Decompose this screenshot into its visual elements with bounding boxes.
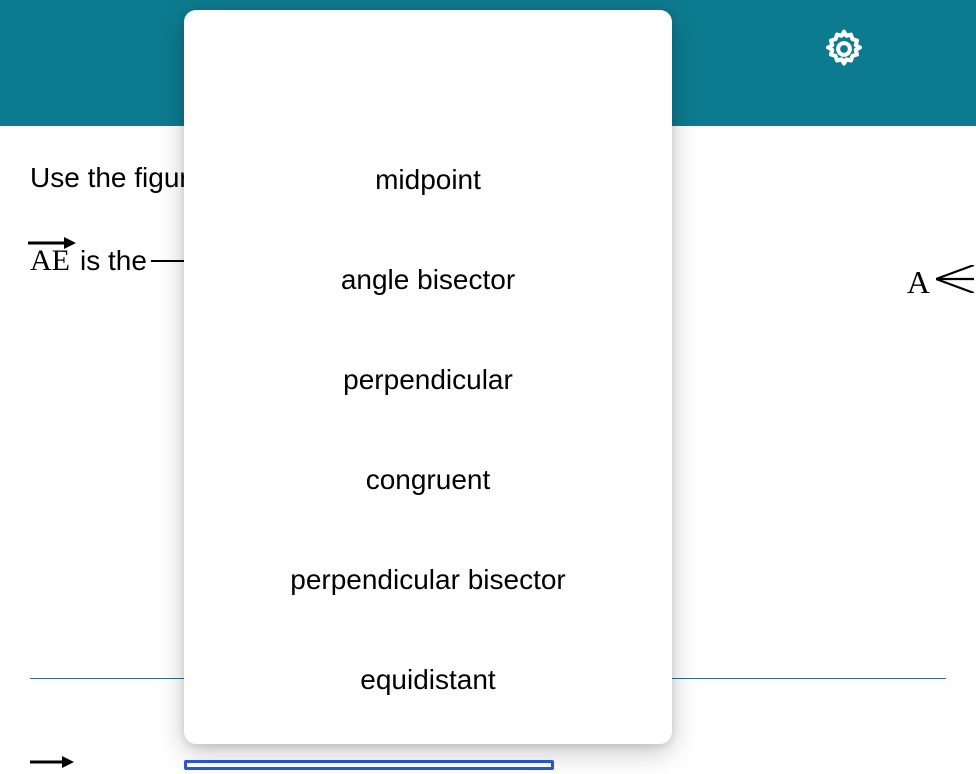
- gear-icon: [822, 27, 866, 74]
- dropdown-option-perpendicular[interactable]: perpendicular: [184, 330, 672, 430]
- statement-middle-text: is the: [80, 245, 147, 277]
- angle-icon: [936, 264, 974, 301]
- dropdown-option-midpoint[interactable]: midpoint: [184, 130, 672, 230]
- arrow-icon: [30, 755, 74, 774]
- dropdown-option-equidistant[interactable]: equidistant: [184, 630, 672, 730]
- ray-arrow-icon: [28, 224, 76, 238]
- dropdown-menu: midpoint angle bisector perpendicular co…: [184, 10, 672, 744]
- ray-AE-symbol: AE: [30, 244, 70, 278]
- dropdown-option-perpendicular-bisector[interactable]: perpendicular bisector: [184, 530, 672, 630]
- figure-point-A: A: [907, 264, 974, 301]
- dropdown-option-congruent[interactable]: congruent: [184, 430, 672, 530]
- answer-dropdown-field[interactable]: [184, 760, 554, 770]
- answer-row: [30, 755, 554, 774]
- settings-button[interactable]: [820, 26, 868, 74]
- dropdown-option-angle-bisector[interactable]: angle bisector: [184, 230, 672, 330]
- point-A-label: A: [907, 264, 930, 301]
